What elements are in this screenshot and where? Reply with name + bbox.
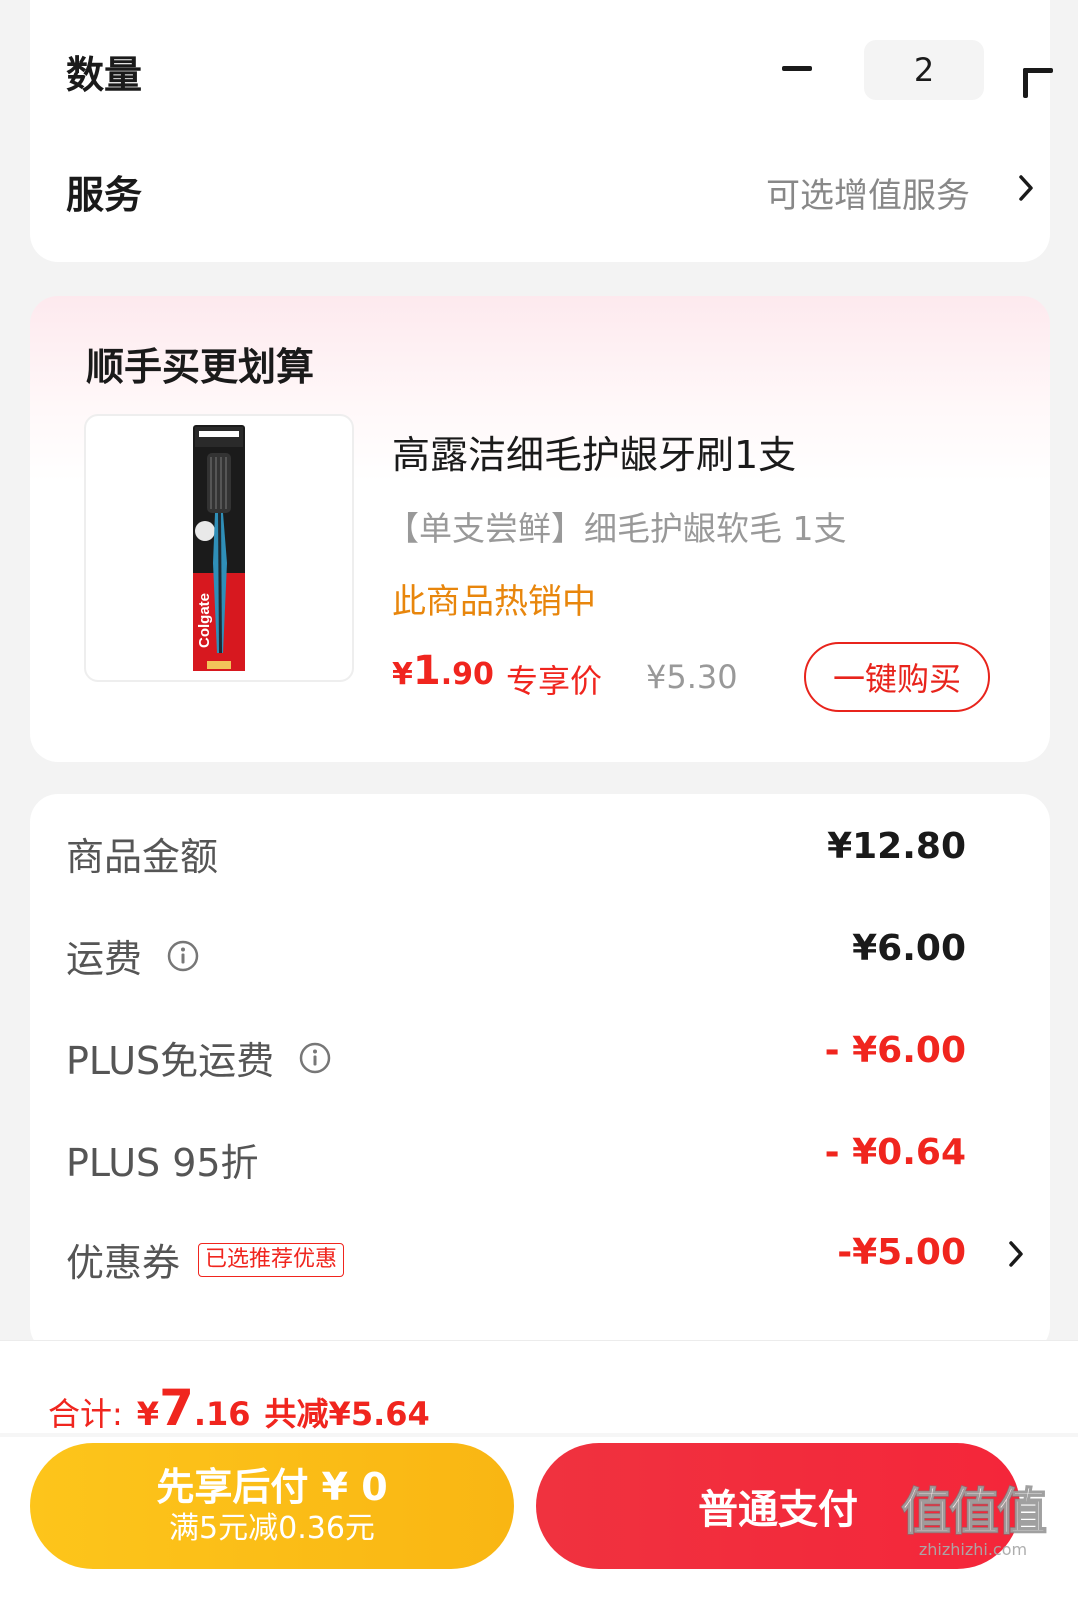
total-saving: 共减¥5.64 [264, 1395, 430, 1433]
recommend-title: 顺手买更划算 [86, 345, 315, 389]
product-image[interactable]: Colgate [84, 414, 354, 682]
total-currency: ¥ [136, 1395, 160, 1433]
watermark-site: zhizhizhi.com [918, 1540, 1028, 1559]
price-integer: 1 [412, 648, 441, 694]
exclusive-price-tag: 专享价 [506, 662, 603, 700]
summary-row-plus-free-shipping: PLUS免运费 - ¥6.00 [30, 1022, 1050, 1083]
original-price: ¥5.30 [646, 658, 738, 696]
watermark-text: 值值值 [900, 1483, 1048, 1541]
service-selector[interactable]: 可选增值服务 [766, 168, 970, 217]
plus-discount-amount: - ¥0.64 [824, 1132, 966, 1173]
price-summary-card: 商品金额 ¥12.80 运费 ¥6.00 PLUS免运费 - ¥6.00 PLU… [30, 794, 1050, 1354]
total-decimal: .16 [193, 1395, 251, 1433]
summary-row-coupon[interactable]: 优惠券 已选推荐优惠 -¥5.00 [30, 1224, 1050, 1285]
pay-later-button[interactable]: 先享后付 ¥ 0 满5元减0.36元 [30, 1443, 514, 1569]
summary-row-plus-discount: PLUS 95折 - ¥0.64 [30, 1124, 1050, 1185]
summary-row-subtotal: 商品金额 ¥12.80 [30, 818, 1050, 879]
plus-free-shipping-amount: - ¥6.00 [824, 1030, 966, 1071]
product-hot-label: 此商品热销中 [392, 582, 596, 622]
service-label: 服务 [66, 173, 143, 217]
price-currency: ¥ [392, 657, 413, 692]
toothbrush-package-image: Colgate [193, 425, 245, 671]
watermark-logo: 值值值 zhizhizhi.com [898, 1483, 1048, 1564]
quantity-increase-button[interactable] [996, 40, 1053, 98]
total-integer: 7 [159, 1379, 194, 1437]
svg-text:Colgate: Colgate [196, 593, 213, 648]
plus-discount-label: PLUS 95折 [66, 1141, 259, 1185]
one-click-buy-button[interactable]: 一键购买 [804, 642, 990, 712]
recommend-card: 顺手买更划算 Colgate 高露洁细毛护龈牙刷1支 【单支尝鲜】细毛护龈软毛 … [30, 296, 1050, 762]
quantity-input[interactable]: 2 [864, 40, 984, 100]
order-total: 合计: ¥ 7 .16 共减¥5.64 [48, 1379, 430, 1437]
shipping-label: 运费 [66, 937, 143, 981]
price-decimal: .90 [440, 657, 494, 692]
product-price: ¥ 1 .90 [392, 648, 494, 694]
checkout-bar: 合计: ¥ 7 .16 共减¥5.64 先享后付 ¥ 0 满5元减0.36元 普… [0, 1340, 1078, 1616]
product-spec: 【单支尝鲜】细毛护龈软毛 1支 [386, 509, 847, 548]
coupon-label: 优惠券 [66, 1241, 181, 1285]
summary-row-shipping: 运费 ¥6.00 [30, 920, 1050, 981]
info-icon[interactable] [166, 939, 200, 973]
quantity-decrease-button[interactable] [772, 40, 822, 96]
minus-icon [782, 65, 812, 71]
subtotal-label: 商品金额 [66, 835, 219, 879]
pay-later-title: 先享后付 ¥ 0 [156, 1465, 388, 1509]
shipping-amount: ¥6.00 [852, 928, 966, 969]
pay-later-subtitle: 满5元减0.36元 [169, 1511, 375, 1546]
order-options-card: 数量 2 服务 可选增值服务 [30, 0, 1053, 262]
info-icon[interactable] [298, 1041, 332, 1075]
subtotal-amount: ¥12.80 [827, 826, 966, 867]
coupon-amount[interactable]: -¥5.00 [837, 1232, 966, 1273]
quantity-label: 数量 [66, 53, 143, 97]
plus-free-shipping-label: PLUS免运费 [66, 1039, 275, 1083]
total-label: 合计: [48, 1395, 123, 1433]
chevron-right-icon[interactable] [996, 1234, 1036, 1274]
divider [0, 1433, 1078, 1437]
chevron-right-icon[interactable] [1006, 168, 1046, 208]
product-name[interactable]: 高露洁细毛护龈牙刷1支 [392, 424, 796, 479]
coupon-recommended-tag: 已选推荐优惠 [198, 1242, 345, 1277]
